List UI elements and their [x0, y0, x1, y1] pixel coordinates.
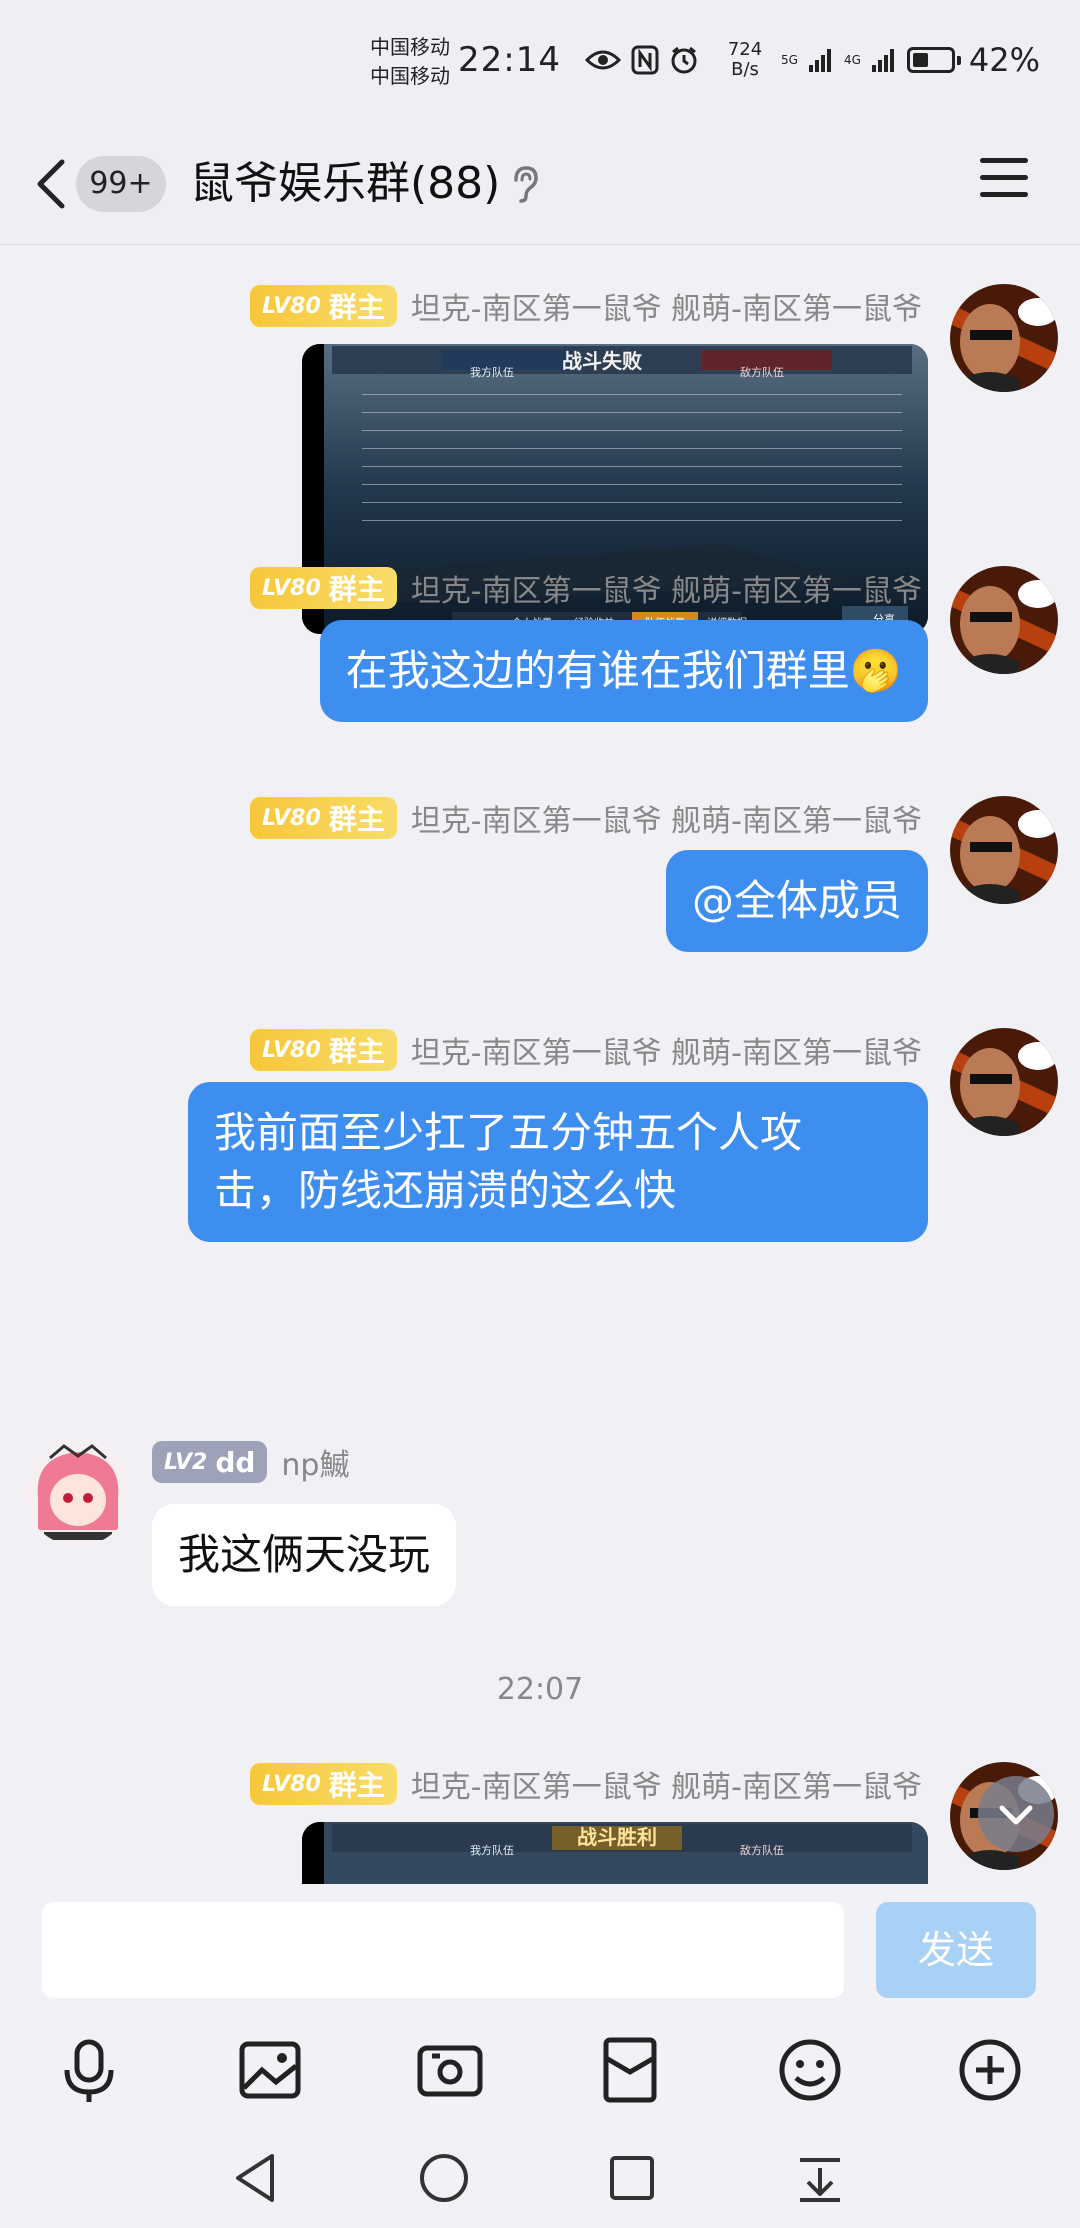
carrier-labels: 中国移动 中国移动 [370, 33, 450, 91]
sender-name: 坦克-南区第一鼠爷 舰萌-南区第一鼠爷 [410, 292, 922, 327]
image-left-team: 我方队伍 [470, 365, 514, 379]
message-list[interactable]: LV80 群主 坦克-南区第一鼠爷 舰萌-南区第一鼠爷 战斗失败 我方队伍 敌方… [0, 246, 1080, 1884]
system-navigation-bar [0, 2124, 1080, 2228]
battery-percent: 42% [968, 41, 1040, 79]
carrier-1: 中国移动 [370, 35, 450, 59]
nav-notifications-icon[interactable] [790, 2148, 850, 2208]
status-icons: 724 B/s 5G 4G 42% [585, 40, 1040, 80]
avatar[interactable] [950, 566, 1058, 674]
owner-badge: LV80 群主 [250, 1029, 397, 1071]
scroll-to-bottom-button[interactable] [978, 1776, 1054, 1852]
owner-badge: LV80 群主 [250, 567, 397, 609]
owner-badge: LV80 群主 [250, 285, 397, 327]
message-bubble[interactable]: 在我这边的有谁在我们群里🫢 [319, 620, 928, 722]
eye-icon [585, 50, 621, 70]
terminator-avatar [950, 796, 1058, 904]
back-arrow-icon[interactable] [28, 156, 78, 212]
timestamp: 22:07 [496, 1672, 584, 1707]
terminator-avatar [950, 566, 1058, 674]
sender-row: LV80 群主 坦克-南区第一鼠爷 舰萌-南区第一鼠爷 [250, 1028, 922, 1072]
anime-avatar [24, 1438, 132, 1546]
ear-icon[interactable] [508, 164, 542, 204]
sender-row: LV80 群主 坦克-南区第一鼠爷 舰萌-南区第一鼠爷 [250, 284, 922, 328]
screenshot-image[interactable]: 战斗胜利 我方队伍 敌方队伍 [302, 1822, 928, 1884]
send-button[interactable]: 发送 [876, 1902, 1036, 1998]
terminator-avatar [950, 284, 1058, 392]
image-right-team: 敌方队伍 [740, 1843, 784, 1857]
chevron-down-icon [999, 1805, 1033, 1825]
owner-badge: LV80 群主 [250, 797, 397, 839]
message-input[interactable] [42, 1902, 844, 1998]
unread-count-badge[interactable]: 99+ [76, 156, 166, 212]
group-title[interactable]: 鼠爷娱乐群(88) [190, 150, 500, 218]
plus-icon[interactable] [950, 2030, 1030, 2110]
sender-name: 坦克-南区第一鼠爷 舰萌-南区第一鼠爷 [410, 574, 922, 609]
sim2-type: 4G [843, 53, 861, 67]
nfc-icon [631, 45, 659, 75]
sender-row: LV80 群主 坦克-南区第一鼠爷 舰萌-南区第一鼠爷 [250, 1762, 922, 1806]
message-bubble[interactable]: 我前面至少扛了五分钟五个人攻 击，防线还崩溃的这么快 [188, 1082, 928, 1242]
battery-fill [912, 53, 928, 67]
avatar[interactable] [24, 1438, 132, 1546]
nav-home-icon[interactable] [414, 2148, 474, 2208]
composer-toolbar [0, 2022, 1080, 2122]
alarm-icon [671, 46, 697, 74]
sender-name: np鰄 [281, 1448, 350, 1483]
status-clock: 22:14 [458, 40, 561, 80]
battery-icon [906, 47, 961, 73]
image-icon[interactable] [230, 2030, 310, 2110]
sender-row: LV80 群主 坦克-南区第一鼠爷 舰萌-南区第一鼠爷 [250, 566, 922, 610]
image-right-team: 敌方队伍 [740, 365, 784, 379]
red-packet-icon[interactable] [590, 2030, 670, 2110]
level-badge: LV2 dd [152, 1441, 268, 1483]
composer: 发送 [0, 1884, 1080, 2124]
sender-name: 坦克-南区第一鼠爷 舰萌-南区第一鼠爷 [410, 804, 922, 839]
emoji-icon[interactable] [770, 2030, 850, 2110]
camera-icon[interactable] [410, 2030, 490, 2110]
status-bar: 中国移动 中国移动 22:14 724 B/s 5G 4G 42% [0, 0, 1080, 120]
message-bubble[interactable]: @全体成员 [665, 850, 928, 952]
avatar[interactable] [950, 284, 1058, 392]
avatar[interactable] [950, 796, 1058, 904]
menu-icon[interactable] [980, 158, 1028, 208]
signal-icon [808, 49, 831, 72]
sender-name: 坦克-南区第一鼠爷 舰萌-南区第一鼠爷 [410, 1036, 922, 1071]
sender-row: LV2 dd np鰄 [152, 1440, 349, 1484]
microphone-icon[interactable] [49, 2030, 129, 2110]
chat-header: 99+ 鼠爷娱乐群(88) [0, 120, 1080, 245]
carrier-2: 中国移动 [370, 64, 450, 88]
avatar[interactable] [950, 1028, 1058, 1136]
signal-icon [871, 49, 894, 72]
nav-back-icon[interactable] [226, 2148, 286, 2208]
image-left-team: 我方队伍 [470, 1843, 514, 1857]
net-speed: 724 B/s [727, 39, 763, 80]
sim1-type: 5G [781, 53, 798, 67]
nav-recents-icon[interactable] [602, 2148, 662, 2208]
terminator-avatar [950, 1028, 1058, 1136]
message-bubble[interactable]: 我这俩天没玩 [152, 1504, 457, 1606]
battle-result-image: 战斗胜利 我方队伍 敌方队伍 [302, 1822, 928, 1884]
sender-name: 坦克-南区第一鼠爷 舰萌-南区第一鼠爷 [410, 1770, 922, 1805]
owner-badge: LV80 群主 [250, 1763, 397, 1805]
sender-row: LV80 群主 坦克-南区第一鼠爷 舰萌-南区第一鼠爷 [250, 796, 922, 840]
image-banner-text: 战斗胜利 [577, 1825, 657, 1849]
image-banner-text: 战斗失败 [562, 349, 642, 373]
